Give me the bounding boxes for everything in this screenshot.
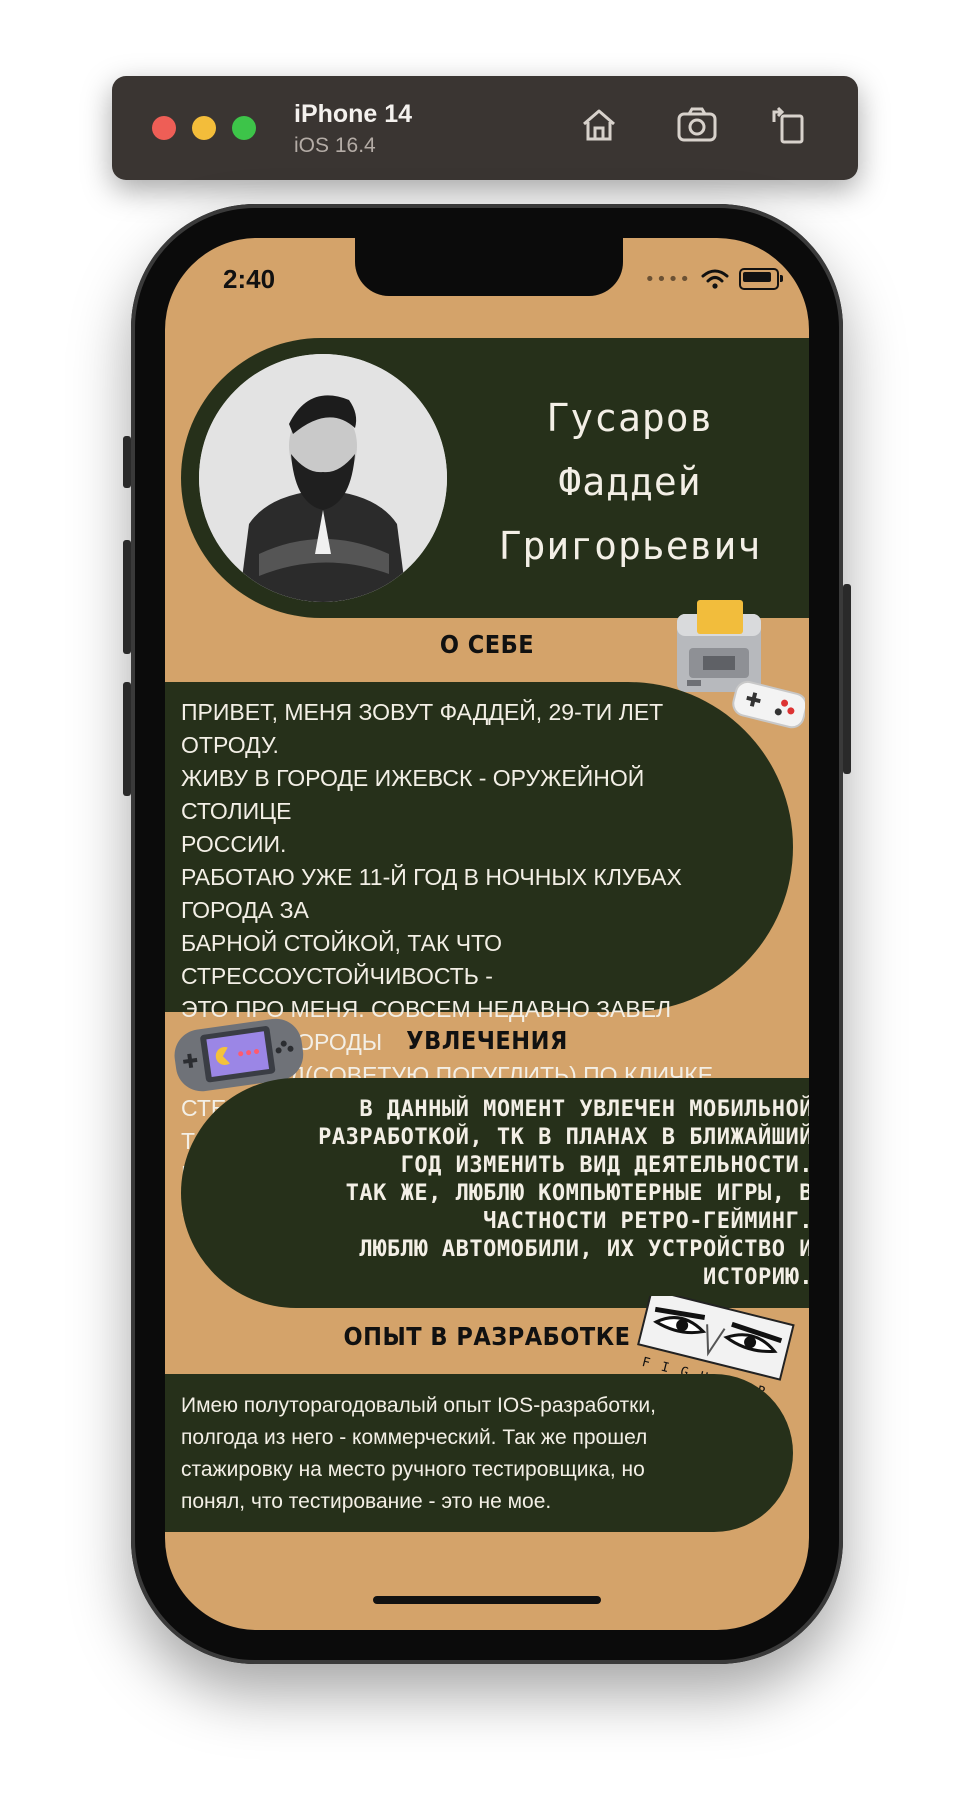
profile-header-card: Гусаров Фаддей Григорьевич (181, 338, 809, 618)
patronymic: Григорьевич (498, 524, 762, 568)
hobbies-card: В данный момент увлечен мобильной разраб… (181, 1078, 809, 1308)
hobbies-text: В данный момент увлечен мобильной разраб… (318, 1097, 809, 1290)
zoom-window-button[interactable] (232, 116, 256, 140)
rotate-icon[interactable] (766, 102, 812, 148)
about-card: Привет, меня зовут Фаддей, 29-ти лет отр… (165, 682, 793, 1220)
iphone-frame: 2:40 •••• Гусаров Фаддей Григорьевич О С… (123, 204, 851, 1664)
experience-section-title: ОПЫТ В РАЗРАБОТКЕ (343, 1322, 631, 1351)
device-name: iPhone 14 (294, 100, 413, 128)
last-name: Гусаров (546, 396, 714, 440)
experience-card: Имею полуторагодовалый опыт IOS-разработ… (165, 1374, 793, 1532)
silent-switch (123, 436, 131, 488)
status-time: 2:40 (223, 264, 276, 294)
notch (355, 238, 623, 296)
close-window-button[interactable] (152, 116, 176, 140)
screenshot-icon[interactable] (674, 102, 720, 148)
profile-name: Гусаров Фаддей Григорьевич (457, 386, 803, 578)
simulator-toolbar: iPhone 14 iOS 16.4 (112, 76, 858, 180)
wifi-icon (701, 269, 729, 289)
volume-down-button (123, 682, 131, 796)
power-button (843, 584, 851, 774)
home-indicator[interactable] (373, 1596, 601, 1604)
status-icons: •••• (644, 268, 783, 290)
about-section-title: О СЕБЕ (439, 630, 535, 659)
app-screen: 2:40 •••• Гусаров Фаддей Григорьевич О С… (165, 238, 809, 1630)
battery-icon (739, 268, 783, 290)
volume-up-button (123, 540, 131, 654)
home-icon[interactable] (576, 102, 622, 148)
experience-text: Имею полуторагодовалый опыт IOS-разработ… (181, 1394, 656, 1513)
first-name: Фаддей (558, 460, 702, 504)
os-version: iOS 16.4 (294, 134, 376, 157)
signal-icon: •••• (644, 268, 691, 290)
minimize-window-button[interactable] (192, 116, 216, 140)
hobbies-section-title: УВЛЕЧЕНИЯ (406, 1026, 568, 1055)
profile-photo (199, 354, 447, 602)
